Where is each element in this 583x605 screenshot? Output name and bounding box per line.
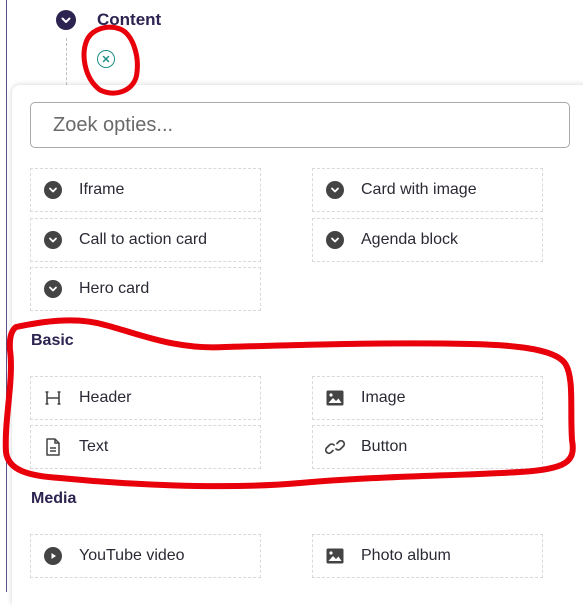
collapse-chevron-icon[interactable] [56,10,76,30]
content-node: Content [56,10,161,30]
heading-icon [43,388,63,408]
option-agenda-block[interactable]: Agenda block [312,218,543,262]
option-label: Card with image [361,181,477,198]
close-icon [102,55,110,63]
play-icon [43,546,63,566]
section-title-basic: Basic [31,332,74,349]
option-label: Call to action card [79,231,208,248]
option-label: Header [79,389,132,406]
option-hero-card[interactable]: Hero card [30,267,261,311]
option-button[interactable]: Button [312,425,543,469]
content-title: Content [97,10,162,29]
chevron-down-icon [43,180,63,200]
option-label: Agenda block [361,231,458,248]
link-icon [325,437,345,457]
chevron-down-icon [325,180,345,200]
option-label: Image [361,389,406,406]
option-youtube-video[interactable]: YouTube video [30,534,261,578]
option-call-to-action-card[interactable]: Call to action card [30,218,261,262]
close-add-button[interactable] [97,50,115,68]
document-icon [43,437,63,457]
option-iframe[interactable]: Iframe [30,168,261,212]
option-label: Text [79,438,109,455]
chevron-down-icon [43,279,63,299]
option-image[interactable]: Image [312,376,543,420]
options-panel: Iframe Card with image Call to action ca… [12,85,583,605]
section-title-media: Media [31,490,77,507]
option-photo-album[interactable]: Photo album [312,534,543,578]
option-label: Hero card [79,280,150,297]
left-border [6,0,7,592]
tree-connector-line [66,38,67,90]
option-label: Iframe [79,181,125,198]
option-header[interactable]: Header [30,376,261,420]
search-input[interactable] [30,102,570,148]
option-label: Button [361,438,408,455]
option-card-with-image[interactable]: Card with image [312,168,543,212]
image-icon [325,388,345,408]
option-text[interactable]: Text [30,425,261,469]
option-label: YouTube video [79,547,185,564]
chevron-down-icon [325,230,345,250]
option-label: Photo album [361,547,451,564]
chevron-down-icon [43,230,63,250]
photo-icon [325,546,345,566]
